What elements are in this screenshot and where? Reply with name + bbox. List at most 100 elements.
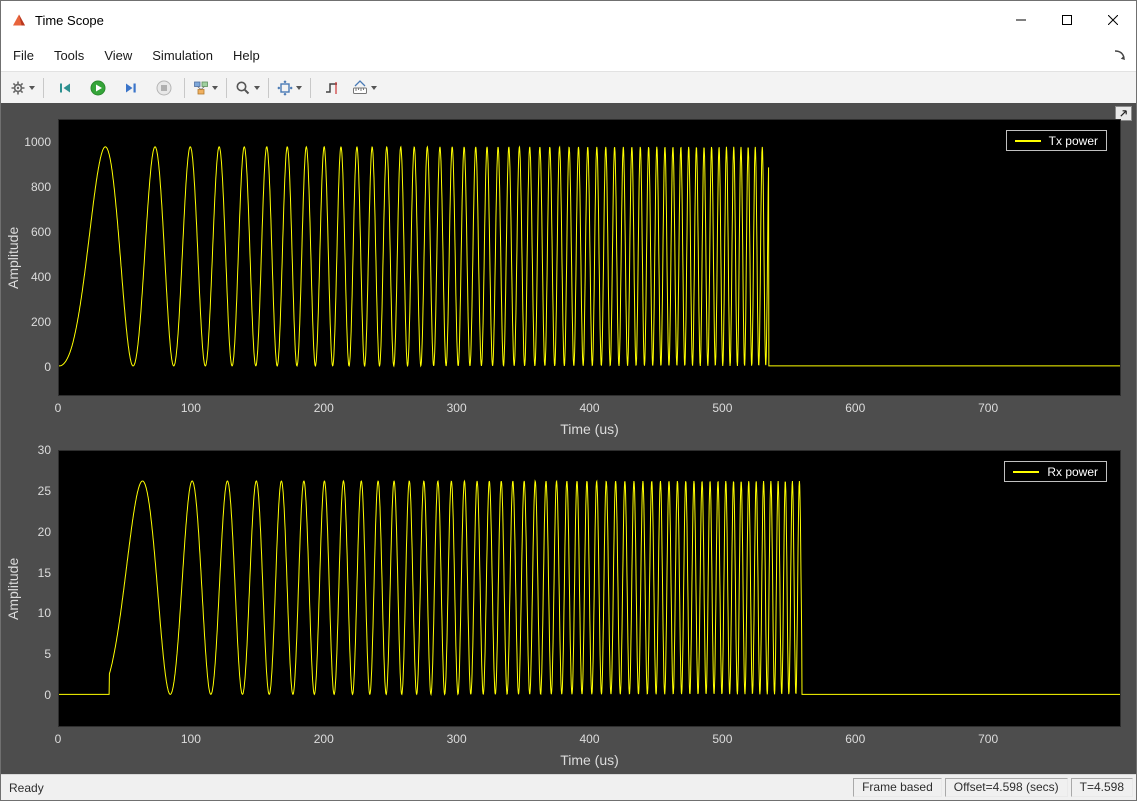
dropdown-arrow-icon (254, 86, 260, 90)
x-tick-label: 700 (958, 401, 1018, 415)
x-tick-label: 700 (958, 732, 1018, 746)
toolbar-separator (310, 78, 311, 98)
legend[interactable]: Tx power (1006, 130, 1107, 151)
simulink-tools-button[interactable] (189, 75, 222, 102)
y-tick-label: 1000 (1, 135, 51, 149)
window-controls (998, 1, 1136, 39)
tx-power-plot: Amplitude 02004006008001000 Tx power 010… (1, 119, 1136, 449)
legend-line-sample (1015, 140, 1041, 142)
measurements-button[interactable] (348, 75, 381, 102)
zoom-icon (235, 80, 251, 96)
status-frame-mode: Frame based (853, 778, 942, 797)
arrow-up-right-icon (1119, 109, 1128, 118)
y-tick-label: 5 (1, 647, 51, 661)
titlebar: Time Scope (1, 1, 1136, 39)
app-icon (11, 12, 27, 28)
y-tick-label: 200 (1, 315, 51, 329)
y-tick-label: 30 (1, 443, 51, 457)
dropdown-arrow-icon (212, 86, 218, 90)
menu-help[interactable]: Help (223, 43, 270, 68)
gear-icon (10, 80, 26, 96)
x-tick-label: 200 (294, 732, 354, 746)
scale-axes-button[interactable] (273, 75, 306, 102)
close-icon (1108, 15, 1118, 25)
waveform-svg (59, 451, 1120, 726)
trigger-button[interactable] (315, 75, 348, 102)
status-offset: Offset=4.598 (secs) (945, 778, 1068, 797)
waveform-svg (59, 120, 1120, 395)
y-tick-label: 20 (1, 525, 51, 539)
y-tick-label: 0 (1, 360, 51, 374)
toolbar-separator (184, 78, 185, 98)
menu-simulation[interactable]: Simulation (142, 43, 223, 68)
run-icon (90, 80, 106, 96)
y-tick-label: 10 (1, 606, 51, 620)
plot-canvas[interactable]: Tx power (58, 119, 1121, 396)
menu-view[interactable]: View (94, 43, 142, 68)
menubar: File Tools View Simulation Help (1, 39, 1136, 71)
maximize-icon (1062, 15, 1072, 25)
x-tick-label: 600 (825, 401, 885, 415)
dropdown-arrow-icon (296, 86, 302, 90)
y-tick-label: 0 (1, 688, 51, 702)
x-tick-label: 100 (161, 732, 221, 746)
x-axis-label: Time (us) (58, 421, 1121, 437)
y-axis-ticks: 0 200 400 600 800 1000 (1, 119, 51, 396)
plot-area: Amplitude 02004006008001000 Tx power 010… (1, 103, 1136, 775)
time-scope-window: Time Scope File Tools View Simulation He… (0, 0, 1137, 801)
x-tick-label: 600 (825, 732, 885, 746)
y-tick-label: 15 (1, 566, 51, 580)
simulink-blocks-icon (193, 80, 209, 96)
y-tick-label: 800 (1, 180, 51, 194)
x-tick-label: 500 (692, 732, 752, 746)
step-forward-button[interactable] (114, 75, 147, 102)
legend-label: Tx power (1049, 134, 1098, 148)
stop-icon (156, 80, 172, 96)
x-tick-label: 400 (560, 401, 620, 415)
tx-waveform (59, 147, 1120, 366)
scale-axes-icon (277, 80, 293, 96)
legend-line-sample (1013, 471, 1039, 473)
close-button[interactable] (1090, 1, 1136, 39)
window-title: Time Scope (35, 13, 104, 28)
y-tick-label: 400 (1, 270, 51, 284)
y-axis-ticks: 051015202530 (1, 450, 51, 727)
legend-label: Rx power (1047, 465, 1098, 479)
x-tick-label: 300 (427, 732, 487, 746)
y-tick-label: 25 (1, 484, 51, 498)
plot-canvas[interactable]: Rx power (58, 450, 1121, 727)
x-tick-label: 500 (692, 401, 752, 415)
y-tick-label: 600 (1, 225, 51, 239)
statusbar: Ready Frame based Offset=4.598 (secs) T=… (1, 774, 1136, 800)
stop-button[interactable] (147, 75, 180, 102)
legend[interactable]: Rx power (1004, 461, 1107, 482)
x-tick-label: 400 (560, 732, 620, 746)
x-tick-label: 0 (28, 401, 88, 415)
minimize-icon (1016, 15, 1026, 25)
trigger-icon (324, 80, 340, 96)
x-axis-label: Time (us) (58, 752, 1121, 768)
step-back-button[interactable] (48, 75, 81, 102)
dock-arrow-icon[interactable] (1112, 47, 1128, 63)
step-back-icon (57, 80, 73, 96)
x-tick-label: 300 (427, 401, 487, 415)
menu-file[interactable]: File (3, 43, 44, 68)
x-tick-label: 200 (294, 401, 354, 415)
x-tick-label: 0 (28, 732, 88, 746)
minimize-button[interactable] (998, 1, 1044, 39)
toolbar-separator (268, 78, 269, 98)
settings-button[interactable] (6, 75, 39, 102)
maximize-button[interactable] (1044, 1, 1090, 39)
rx-waveform (59, 481, 1120, 694)
toolbar-separator (43, 78, 44, 98)
x-axis-ticks: 0 100 200 300 400 500 600 700 (1, 732, 1136, 748)
run-button[interactable] (81, 75, 114, 102)
rx-power-plot: Amplitude 051015202530 Rx power 01002003… (1, 450, 1136, 780)
measurements-icon (352, 80, 368, 96)
menu-tools[interactable]: Tools (44, 43, 94, 68)
toolbar-separator (226, 78, 227, 98)
x-axis-ticks: 0100200300400500600700 (1, 401, 1136, 417)
zoom-button[interactable] (231, 75, 264, 102)
dropdown-arrow-icon (371, 86, 377, 90)
dropdown-arrow-icon (29, 86, 35, 90)
